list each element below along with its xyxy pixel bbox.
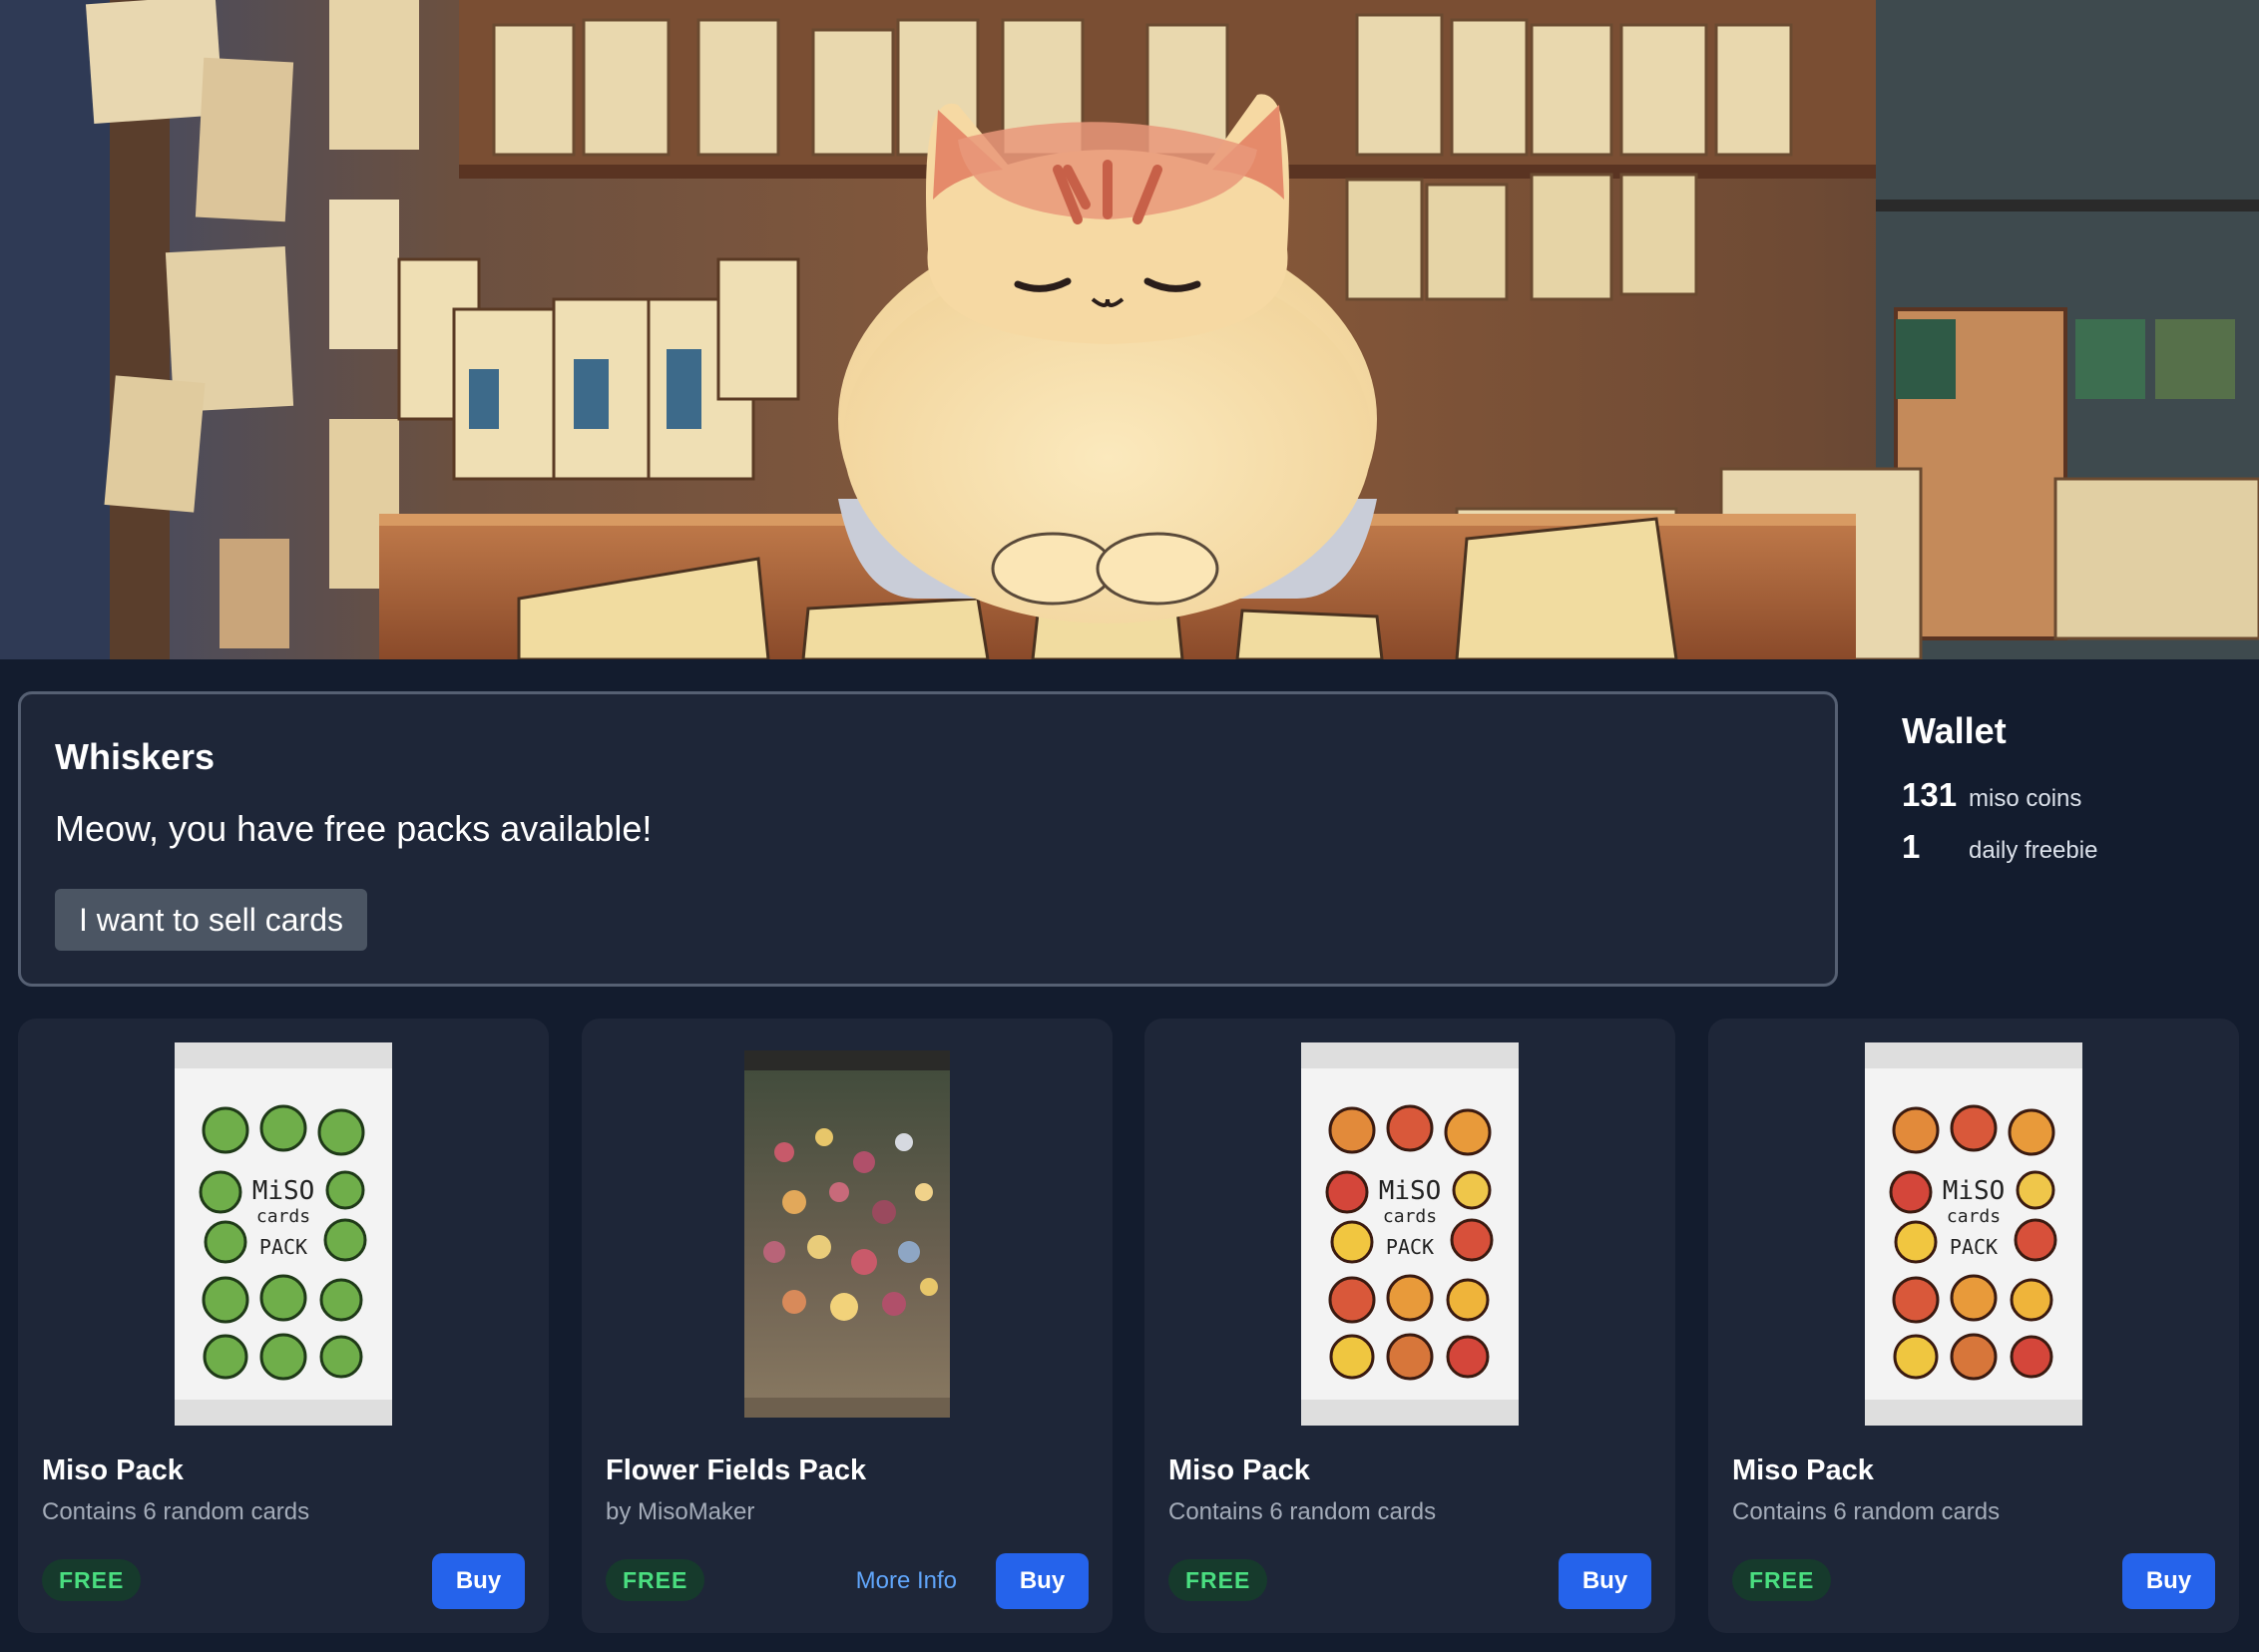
wallet-row-freebie: 1 daily freebie [1902,828,2097,868]
buy-button[interactable]: Buy [1559,1553,1651,1609]
pack-subtitle: Contains 6 random cards [1732,1498,2001,1525]
coins-value: 131 [1902,776,1958,813]
pack-title: Flower Fields Pack [606,1454,867,1486]
wallet-title: Wallet [1902,710,2007,751]
svg-text:MiSO: MiSO [252,1176,315,1206]
cat-shopkeeper-illustration [0,0,2259,659]
shopkeeper-dialog: Whiskers Meow, you have free packs avail… [18,691,1838,987]
dialog-message: Meow, you have free packs available! [55,808,653,849]
pack-card[interactable]: Flower Fields Pack by MisoMaker FREE Mor… [582,1019,1113,1633]
freebie-label: daily freebie [1969,837,2098,864]
speaker-name: Whiskers [55,736,216,777]
pack-title: Miso Pack [42,1454,184,1486]
svg-text:MiSO: MiSO [1379,1176,1442,1206]
coins-label: miso coins [1969,785,2082,812]
pack-title: Miso Pack [1732,1454,1874,1486]
price-badge: FREE [606,1559,705,1601]
hero-banner [0,0,2259,659]
pack-card[interactable]: MiSO cards PACK Miso Pack Contains 6 ran… [1144,1019,1675,1633]
buy-button[interactable]: Buy [996,1553,1089,1609]
orange-miso-pack-icon: MiSO cards PACK [1861,1042,2086,1426]
pack-card[interactable]: MiSO cards PACK Miso Pack Contains 6 ran… [18,1019,549,1633]
pack-subtitle: Contains 6 random cards [42,1498,310,1525]
price-badge: FREE [42,1559,142,1601]
buy-button[interactable]: Buy [432,1553,525,1609]
more-info-link[interactable]: More Info [856,1567,957,1595]
svg-text:cards: cards [256,1206,310,1227]
price-badge: FREE [1168,1559,1268,1601]
svg-text:MiSO: MiSO [1943,1176,2006,1206]
svg-text:PACK: PACK [259,1235,307,1259]
svg-text:PACK: PACK [1950,1235,1998,1259]
pack-title: Miso Pack [1168,1454,1310,1486]
svg-text:PACK: PACK [1386,1235,1434,1259]
pack-subtitle: Contains 6 random cards [1168,1498,1437,1525]
pack-author: by MisoMaker [606,1498,755,1525]
freebie-value: 1 [1902,828,1921,865]
sell-cards-button[interactable]: I want to sell cards [55,889,367,951]
price-badge: FREE [1732,1559,1832,1601]
wallet-panel: Wallet 131 miso coins 1 daily freebie [1902,710,2241,865]
flower-field-pack-icon [734,1042,960,1426]
svg-text:cards: cards [1383,1206,1437,1227]
pack-card[interactable]: MiSO cards PACK Miso Pack Contains 6 ran… [1708,1019,2239,1633]
buy-button[interactable]: Buy [2122,1553,2215,1609]
green-miso-pack-icon: MiSO cards PACK [171,1042,396,1426]
wallet-row-coins: 131 miso coins [1902,776,2081,816]
orange-miso-pack-icon: MiSO cards PACK [1297,1042,1523,1426]
svg-text:cards: cards [1947,1206,2001,1227]
